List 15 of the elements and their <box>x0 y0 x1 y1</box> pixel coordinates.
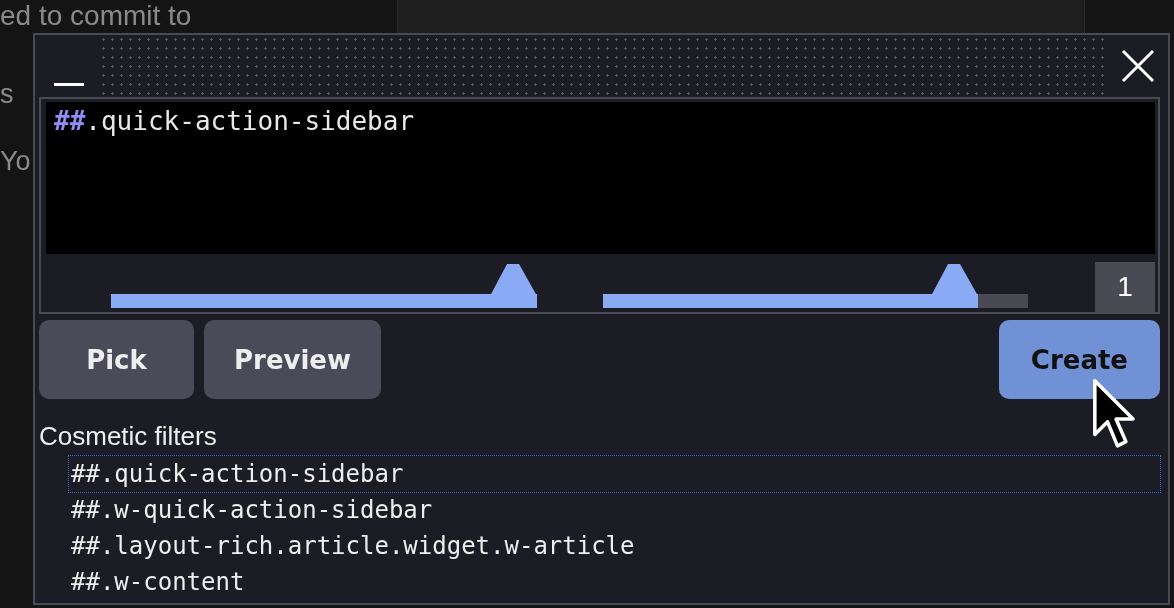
match-count: 1 <box>1095 262 1155 312</box>
close-icon <box>1121 49 1155 83</box>
action-button[interactable]: Create <box>998 320 1160 399</box>
page-text: ed to commit to <box>0 0 192 31</box>
filter-item[interactable]: ##.quick-action-sidebar <box>69 456 1160 492</box>
filter-item[interactable]: ##.layout-rich.article.widget.w-article <box>69 528 1160 564</box>
page-text: s <box>0 79 14 110</box>
filter-input-field[interactable]: ##.quick-action-sidebar <box>46 102 1155 254</box>
filter-item[interactable]: ##.w-quick-action-sidebar <box>69 492 1160 528</box>
filter-item[interactable]: ##.w-content <box>69 564 1160 600</box>
section-title: Cosmetic filters <box>39 421 218 452</box>
action-button[interactable]: Preview <box>204 320 382 399</box>
minimize-icon <box>54 83 84 87</box>
page-text: Yo <box>0 146 31 177</box>
action-button[interactable]: Pick <box>39 320 194 399</box>
